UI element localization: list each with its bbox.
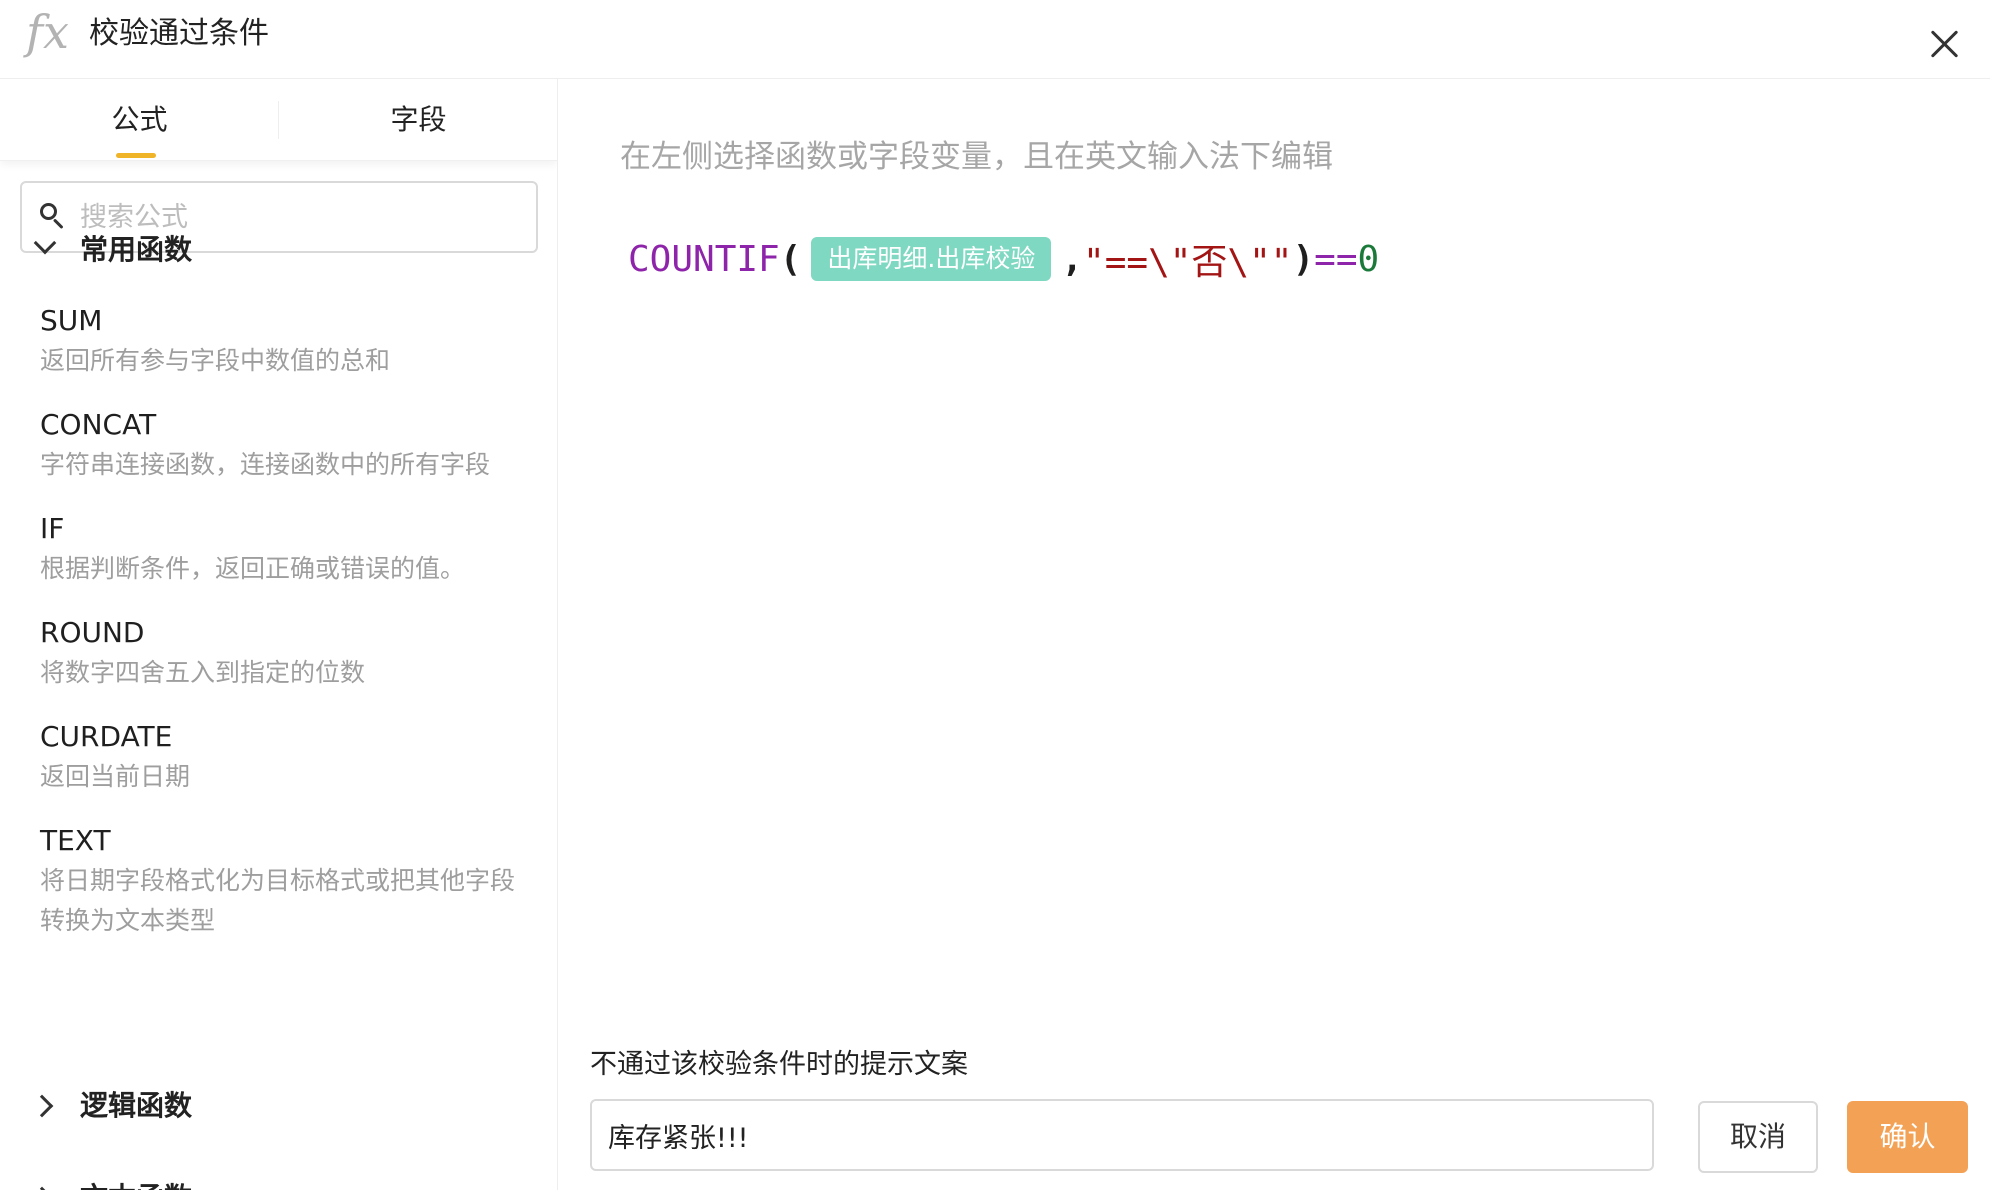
function-list: SUM 返回所有参与字段中数值的总和 CONCAT 字符串连接函数，连接函数中的… [0, 301, 557, 981]
group-logic-functions[interactable]: 逻辑函数 [0, 1081, 557, 1131]
formula-editor[interactable]: COUNTIF(出库明细.出库校验, "==\"否\"") == 0 [628, 229, 1379, 289]
group-label: 常用函数 [80, 233, 193, 266]
tab-bar: 公式 字段 [0, 79, 557, 161]
function-desc: 根据判断条件，返回正确或错误的值。 [40, 554, 466, 583]
dialog-header: fx 校验通过条件 [0, 0, 1990, 79]
message-label: 不通过该校验条件时的提示文案 [590, 1049, 968, 1080]
function-desc: 将数字四舍五入到指定的位数 [40, 658, 366, 687]
chevron-down-icon [34, 235, 54, 255]
function-name: TEXT [40, 824, 111, 857]
formula-editor-panel: 在左侧选择函数或字段变量，且在英文输入法下编辑 COUNTIF(出库明细.出库校… [558, 79, 1990, 1190]
function-desc: 返回当前日期 [40, 762, 191, 791]
message-input[interactable] [590, 1099, 1654, 1171]
dialog-title: 校验通过条件 [89, 16, 269, 51]
group-common-functions[interactable]: 常用函数 [0, 225, 557, 275]
function-item-sum[interactable]: SUM 返回所有参与字段中数值的总和 [0, 301, 557, 405]
function-item-text[interactable]: TEXT 将日期字段格式化为目标格式或把其他字段转换为文本类型 [0, 821, 557, 981]
function-name: SUM [40, 304, 103, 337]
function-name: IF [40, 512, 65, 545]
function-name: CURDATE [40, 720, 173, 753]
confirm-button[interactable]: 确认 [1847, 1101, 1968, 1173]
function-name: ROUND [40, 616, 145, 649]
group-text-functions[interactable]: 文本函数 [0, 1173, 557, 1190]
fx-icon: fx [26, 5, 69, 59]
formula-operator: == [1314, 238, 1358, 280]
cancel-button[interactable]: 取消 [1698, 1101, 1818, 1173]
function-desc: 将日期字段格式化为目标格式或把其他字段转换为文本类型 [40, 866, 516, 935]
formula-number: 0 [1357, 238, 1380, 280]
active-tab-indicator [116, 153, 156, 158]
function-item-curdate[interactable]: CURDATE 返回当前日期 [0, 717, 557, 821]
chevron-right-icon [34, 1096, 54, 1116]
formula-close-paren: ) [1292, 238, 1315, 280]
function-item-if[interactable]: IF 根据判断条件，返回正确或错误的值。 [0, 509, 557, 613]
formula-open-paren: ( [779, 238, 802, 280]
function-item-round[interactable]: ROUND 将数字四舍五入到指定的位数 [0, 613, 557, 717]
function-name: CONCAT [40, 408, 157, 441]
group-label: 文本函数 [80, 1173, 192, 1190]
close-icon[interactable] [1928, 28, 1960, 60]
formula-function: COUNTIF [628, 238, 780, 280]
formula-comma: , [1061, 238, 1084, 280]
function-desc: 字符串连接函数，连接函数中的所有字段 [40, 450, 491, 479]
tab-field[interactable]: 字段 [279, 79, 557, 161]
function-panel: 公式 字段 常用函数 SUM 返回所有参与字段中数值的总和 CONCAT 字符串… [0, 79, 558, 1190]
group-label: 逻辑函数 [80, 1089, 193, 1122]
function-item-concat[interactable]: CONCAT 字符串连接函数，连接函数中的所有字段 [0, 405, 557, 509]
editor-hint: 在左侧选择函数或字段变量，且在英文输入法下编辑 [620, 139, 1333, 175]
formula-field-chip[interactable]: 出库明细.出库校验 [811, 237, 1052, 281]
formula-string: "==\"否\"" [1083, 242, 1293, 283]
tab-formula[interactable]: 公式 [0, 79, 279, 161]
function-desc: 返回所有参与字段中数值的总和 [40, 346, 391, 375]
